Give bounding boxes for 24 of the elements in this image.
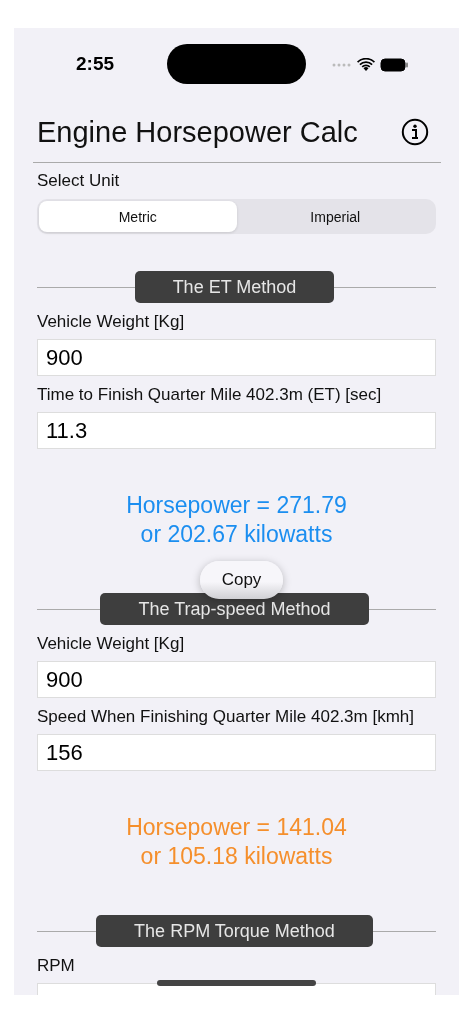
field-label: RPM	[37, 955, 75, 977]
wifi-icon	[357, 58, 375, 72]
unit-option[interactable]: Imperial	[236, 201, 434, 232]
result-text: Horsepower = 141.04 or 105.18 kilowatts	[125, 813, 348, 871]
input-field[interactable]: 11.3	[37, 412, 436, 449]
copy-menu-button[interactable]: Copy	[200, 561, 283, 599]
input-field[interactable]: 156	[37, 734, 436, 771]
field-label: Time to Finish Quarter Mile 402.3m (ET) [sec]	[37, 384, 382, 406]
input-field[interactable]: 900	[37, 339, 436, 376]
signal-icon	[332, 63, 352, 67]
result-text: Horsepower = 271.79 or 202.67 kilowatts	[125, 491, 348, 549]
section-title: The ET Method	[134, 271, 335, 303]
app-title: Engine Horsepower Calc	[37, 115, 358, 149]
battery-icon	[380, 58, 409, 72]
status-time: 2:55	[76, 53, 115, 75]
field-label: Vehicle Weight [Kg]	[37, 633, 185, 655]
field-label: Speed When Finishing Quarter Mile 402.3m [kmh]	[37, 706, 414, 728]
input-field[interactable]: 900	[37, 661, 436, 698]
field-label: Vehicle Weight [Kg]	[37, 311, 185, 333]
section-title: The Trap-speed Method	[100, 593, 369, 625]
info-icon[interactable]	[401, 118, 429, 146]
unit-option[interactable]: Metric	[39, 201, 237, 232]
field-label: Select Unit	[37, 170, 120, 192]
section-title: The RPM Torque Method	[96, 915, 373, 947]
